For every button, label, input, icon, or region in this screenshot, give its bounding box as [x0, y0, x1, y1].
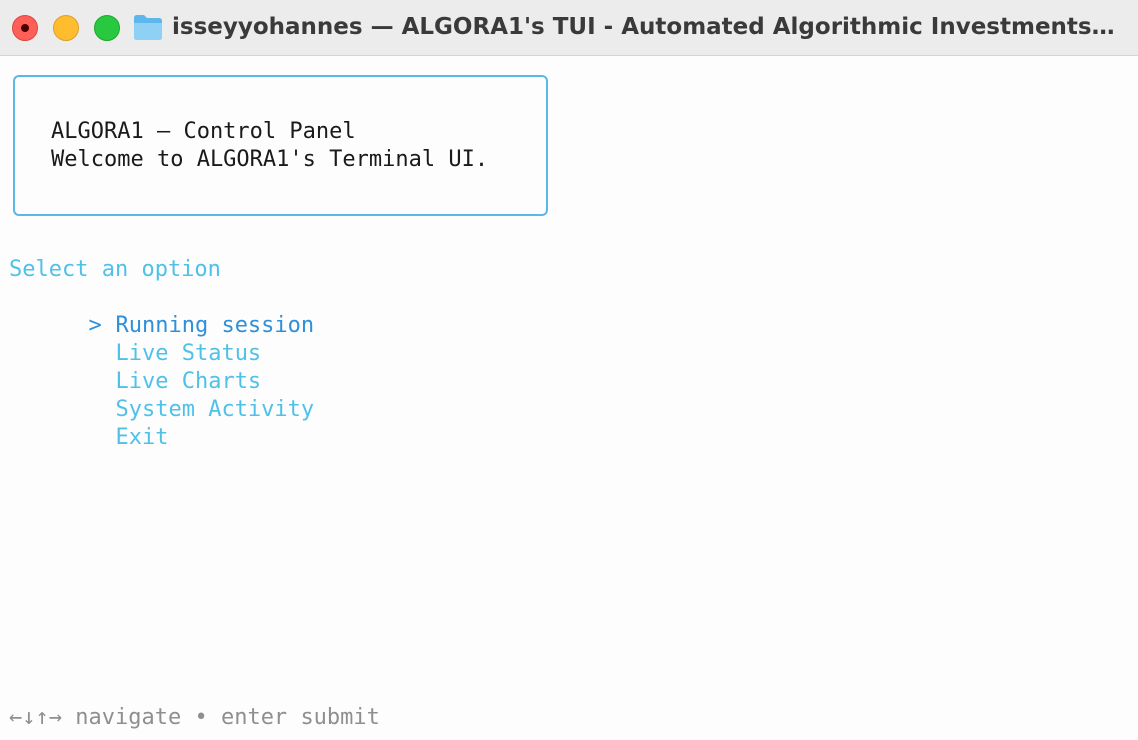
menu-item-label: Exit [115, 425, 169, 450]
maximize-button[interactable] [94, 15, 120, 41]
title-bar[interactable]: isseyyohannes — ALGORA1's TUI - Automate… [0, 0, 1138, 56]
submit-hint: submit [300, 705, 380, 730]
welcome-message: Welcome to ALGORA1's Terminal UI. [51, 147, 489, 172]
terminal-window: isseyyohannes — ALGORA1's TUI - Automate… [0, 0, 1138, 740]
menu-item-label: System Activity [115, 397, 315, 422]
key-hints: ←↓↑→ navigate • enter submit [9, 704, 380, 732]
close-dot-icon [21, 24, 29, 32]
selection-cursor: > [88, 313, 102, 338]
folder-icon [134, 15, 162, 40]
control-panel-box: ALGORA1 — Control Panel Welcome to ALGOR… [13, 75, 548, 216]
option-menu: Select an option > Running session Live S… [9, 256, 315, 450]
menu-item-label: Running session [115, 313, 315, 338]
hint-separator: • [194, 705, 208, 730]
panel-title: ALGORA1 — Control Panel [51, 119, 356, 144]
menu-item-label: Live Charts [115, 369, 262, 394]
enter-key-label: enter [220, 705, 288, 730]
window-title: isseyyohannes — ALGORA1's TUI - Automate… [172, 14, 1122, 40]
close-button[interactable] [12, 15, 38, 41]
navigate-hint: navigate [75, 705, 182, 730]
arrow-keys-icon: ←↓↑→ [9, 705, 62, 730]
minimize-button[interactable] [53, 15, 79, 41]
menu-prompt: Select an option [9, 257, 221, 282]
menu-item-label: Live Status [115, 341, 262, 366]
menu-item-running-session[interactable]: > Running session [9, 284, 314, 338]
